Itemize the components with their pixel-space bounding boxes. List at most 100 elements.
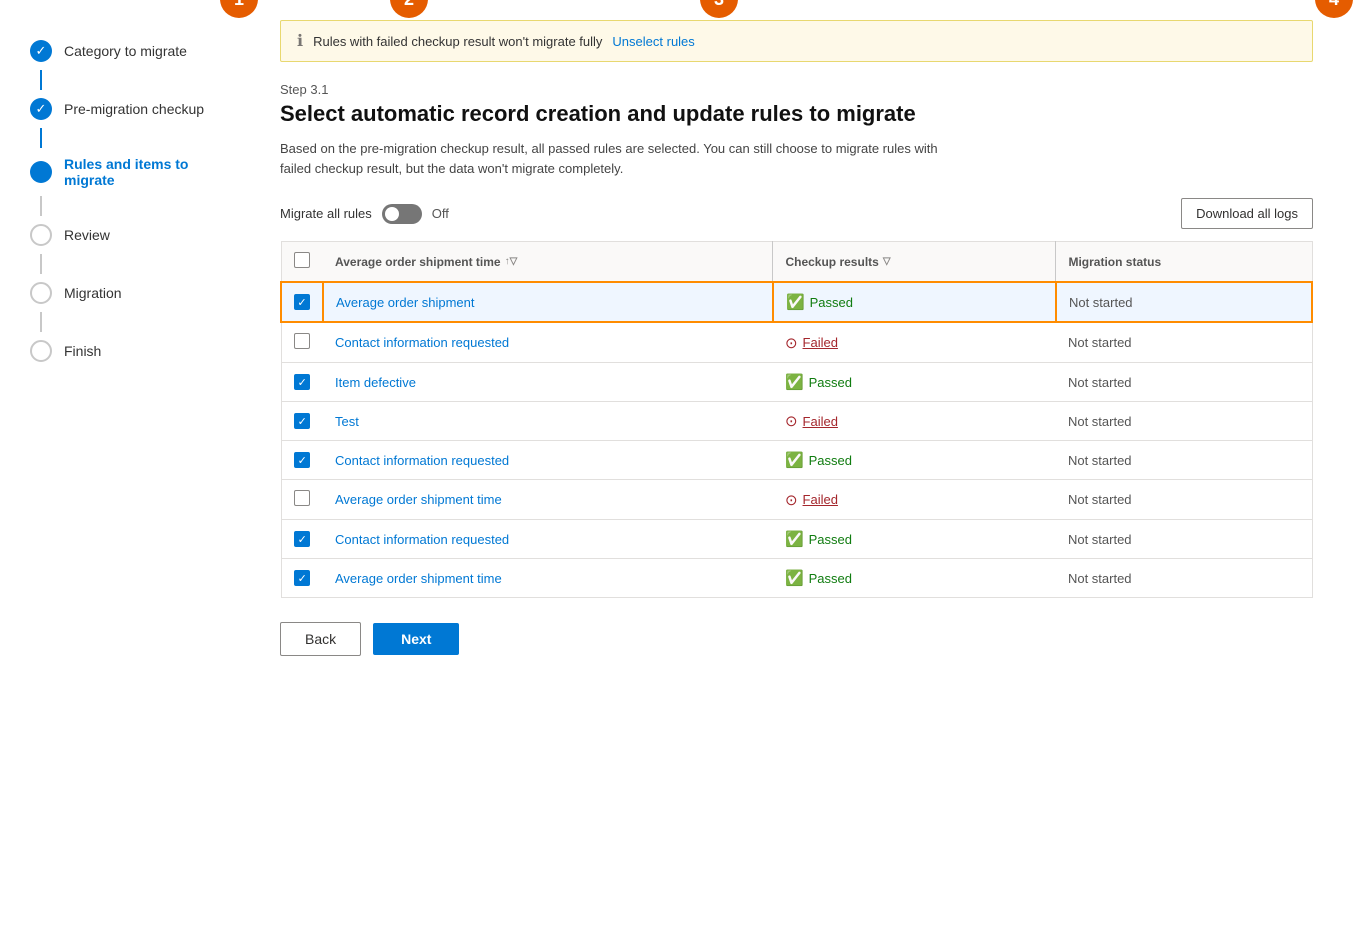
rule-name-link[interactable]: Average order shipment time (335, 571, 502, 586)
status-failed: ⊙Failed (785, 334, 1044, 352)
sidebar-connector-1 (40, 70, 42, 90)
annotation-3: 3 (700, 0, 738, 18)
row-checkup: ✅Passed (773, 520, 1056, 559)
annotation-4: 4 (1315, 0, 1353, 18)
sidebar-connector-4 (40, 254, 42, 274)
sidebar-label-finish: Finish (64, 343, 101, 359)
row-migration-status: Not started (1056, 559, 1312, 598)
page-wrapper: ✓ Category to migrate ✓ Pre-migration ch… (0, 0, 1353, 943)
row-checkbox-cell: ✓ (281, 363, 323, 402)
rule-name-link[interactable]: Contact information requested (335, 532, 509, 547)
rule-name-link[interactable]: Average order shipment (336, 295, 475, 310)
sidebar-connector-2 (40, 128, 42, 148)
row-migration-status: Not started (1056, 480, 1312, 520)
row-name: Average order shipment time (323, 480, 773, 520)
row-checkbox-cell: ✓ (281, 402, 323, 441)
unselect-rules-link[interactable]: Unselect rules (612, 34, 694, 49)
row-migration-status: Not started (1056, 520, 1312, 559)
row-checkbox[interactable]: ✓ (294, 374, 310, 390)
sidebar-item-premigration[interactable]: ✓ Pre-migration checkup (30, 98, 240, 120)
status-passed: ✅Passed (785, 530, 1044, 548)
step-title: Select automatic record creation and upd… (280, 101, 1313, 127)
rule-name-link[interactable]: Contact information requested (335, 335, 509, 350)
next-button[interactable]: Next (373, 623, 459, 655)
row-name: Contact information requested (323, 322, 773, 363)
row-checkup: ✅Passed (773, 559, 1056, 598)
sidebar-icon-finish (30, 340, 52, 362)
failed-text: Failed (803, 414, 838, 429)
row-migration-status: Not started (1056, 441, 1312, 480)
table-row: ✓ Item defective ✅PassedNot started (281, 363, 1312, 402)
row-checkbox[interactable]: ✓ (294, 452, 310, 468)
row-checkup: ⊙Failed (773, 322, 1056, 363)
sidebar-connector-5 (40, 312, 42, 332)
status-failed: ⊙Failed (785, 491, 1044, 509)
passed-icon: ✅ (786, 293, 805, 311)
row-checkbox[interactable] (294, 490, 310, 506)
toolbar-row: Migrate all rules Off Download all logs (280, 198, 1313, 229)
row-checkup: ⊙Failed (773, 480, 1056, 520)
row-name: Contact information requested (323, 520, 773, 559)
row-migration-status: Not started (1056, 363, 1312, 402)
status-passed: ✅Passed (785, 451, 1044, 469)
row-checkbox[interactable] (294, 333, 310, 349)
table-row: Contact information requested ⊙Failed Not … (281, 322, 1312, 363)
annotation-2: 2 (390, 0, 428, 18)
row-checkbox[interactable]: ✓ (294, 570, 310, 586)
passed-icon: ✅ (785, 451, 804, 469)
rule-name-link[interactable]: Item defective (335, 375, 416, 390)
status-passed: ✅Passed (785, 569, 1044, 587)
table-row: ✓ Average order shipment time ✅Passed Not s… (281, 559, 1312, 598)
row-migration-status: Not started (1056, 282, 1312, 322)
row-checkup: ✅Passed (773, 363, 1056, 402)
migrate-all-label: Migrate all rules (280, 206, 372, 221)
row-checkbox[interactable]: ✓ (294, 531, 310, 547)
row-checkbox-cell (281, 480, 323, 520)
rule-name-link[interactable]: Test (335, 414, 359, 429)
toggle-state-label: Off (432, 206, 449, 221)
header-checkbox[interactable] (294, 252, 310, 268)
row-checkbox-cell (281, 322, 323, 363)
download-all-logs-button[interactable]: Download all logs (1181, 198, 1313, 229)
row-migration-status: Not started (1056, 322, 1312, 363)
row-checkbox-cell: ✓ (281, 559, 323, 598)
sidebar-icon-rules (30, 161, 52, 183)
rule-name-link[interactable]: Average order shipment time (335, 492, 502, 507)
sidebar-item-migration[interactable]: Migration (30, 282, 240, 304)
sidebar-item-category[interactable]: ✓ Category to migrate (30, 40, 240, 62)
callout-message: Rules with failed checkup result won't m… (313, 34, 602, 49)
status-passed: ✅Passed (786, 293, 1043, 311)
sidebar: ✓ Category to migrate ✓ Pre-migration ch… (0, 0, 260, 943)
table-header-row: Average order shipment time ↑▽ Checkup r… (281, 242, 1312, 283)
sidebar-label-review: Review (64, 227, 110, 243)
sidebar-item-finish[interactable]: Finish (30, 340, 240, 362)
toggle-knob (385, 207, 399, 221)
sidebar-item-rules[interactable]: Rules and items to migrate (30, 156, 240, 188)
table-body: ✓Average order shipment✅PassedNot starte… (281, 282, 1312, 598)
sort-icon[interactable]: ↑▽ (505, 256, 518, 267)
sidebar-item-review[interactable]: Review (30, 224, 240, 246)
row-checkbox[interactable]: ✓ (294, 294, 310, 310)
step-description: Based on the pre-migration checkup resul… (280, 139, 960, 178)
row-name: Item defective (323, 363, 773, 402)
header-checkup: Checkup results ▽ (773, 242, 1056, 283)
failed-icon: ⊙ (785, 412, 798, 430)
row-checkbox-cell: ✓ (281, 441, 323, 480)
rule-name-link[interactable]: Contact information requested (335, 453, 509, 468)
sidebar-label-migration: Migration (64, 285, 122, 301)
passed-icon: ✅ (785, 530, 804, 548)
filter-icon-checkup[interactable]: ▽ (883, 256, 891, 267)
row-name: Test (323, 402, 773, 441)
back-button[interactable]: Back (280, 622, 361, 656)
row-name: Average order shipment (323, 282, 773, 322)
row-checkbox-cell: ✓ (281, 520, 323, 559)
table-row: ✓ Contact information requested ✅Passed Not… (281, 441, 1312, 480)
row-checkup: ⊙ Failed (773, 402, 1056, 441)
migrate-toggle-group: Migrate all rules Off (280, 204, 449, 224)
sidebar-connector-3 (40, 196, 42, 216)
header-name: Average order shipment time ↑▽ (323, 242, 773, 283)
sidebar-label-category: Category to migrate (64, 43, 187, 59)
row-checkbox[interactable]: ✓ (294, 413, 310, 429)
migrate-all-toggle[interactable] (382, 204, 422, 224)
passed-icon: ✅ (785, 569, 804, 587)
